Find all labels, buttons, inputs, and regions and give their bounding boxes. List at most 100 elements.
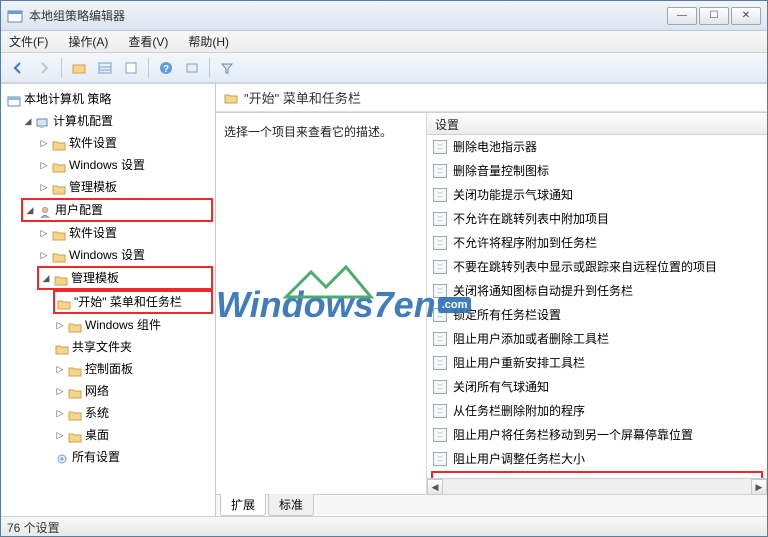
tree-item[interactable]: ▷ 网络: [53, 380, 213, 402]
expand-icon[interactable]: ▷: [39, 228, 49, 238]
tree-label: 软件设置: [69, 133, 117, 153]
tree-start-menu-taskbar[interactable]: "开始" 菜单和任务栏: [53, 290, 213, 314]
window-title: 本地组策略编辑器: [29, 7, 667, 24]
setting-label: 阻止用户调整任务栏大小: [453, 449, 585, 469]
horizontal-scrollbar[interactable]: ◀ ▶: [427, 478, 767, 494]
tree-label: 控制面板: [85, 359, 133, 379]
tree-item[interactable]: ▷系统: [53, 402, 213, 424]
setting-item[interactable]: ::锁定所有任务栏设置: [427, 303, 767, 327]
tree-root[interactable]: 本地计算机 策略: [5, 88, 213, 110]
expand-icon[interactable]: ▷: [55, 430, 65, 440]
collapse-icon[interactable]: ◢: [23, 116, 33, 126]
setting-item[interactable]: ::阻止用户将任务栏移动到另一个屏幕停靠位置: [427, 423, 767, 447]
setting-label: 关闭功能提示气球通知: [453, 185, 573, 205]
menu-file[interactable]: 文件(F): [5, 31, 52, 52]
folder-icon: [68, 407, 82, 419]
setting-item[interactable]: ::删除音量控制图标: [427, 159, 767, 183]
settings-column-header[interactable]: 设置: [427, 113, 767, 135]
folder-icon: [224, 92, 238, 104]
tree-item[interactable]: 所有设置: [53, 446, 213, 468]
minimize-button[interactable]: —: [667, 7, 697, 25]
help-button[interactable]: ?: [155, 57, 177, 79]
tree-item[interactable]: ▷ Windows 设置: [37, 244, 213, 266]
expand-icon[interactable]: ▷: [55, 408, 65, 418]
settings-list-column: 设置 ::删除电池指示器::删除音量控制图标::关闭功能提示气球通知::不允许在…: [426, 113, 767, 494]
tree-item[interactable]: ▷桌面: [53, 424, 213, 446]
filter-button[interactable]: [216, 57, 238, 79]
tree-item[interactable]: ▷ 软件设置: [37, 222, 213, 244]
tree-user-config[interactable]: ◢ 用户配置: [21, 198, 213, 222]
folder-icon: [52, 181, 66, 193]
policy-item-icon: ::: [433, 260, 447, 274]
folder-icon: [68, 385, 82, 397]
folder-icon: [52, 137, 66, 149]
tab-standard[interactable]: 标准: [268, 494, 314, 516]
policy-item-icon: ::: [433, 332, 447, 346]
policy-icon: [7, 93, 21, 105]
setting-item[interactable]: ::关闭将通知图标自动提升到任务栏: [427, 279, 767, 303]
detail-header: "开始" 菜单和任务栏: [216, 84, 767, 112]
setting-item[interactable]: ::阻止用户重新安排工具栏: [427, 351, 767, 375]
setting-label: 不要在跳转列表中显示或跟踪来自远程位置的项目: [453, 257, 717, 277]
tree-label: 网络: [85, 381, 109, 401]
tree-item[interactable]: ▷Windows 设置: [37, 154, 213, 176]
setting-item[interactable]: ::不要在跳转列表中显示或跟踪来自远程位置的项目: [427, 255, 767, 279]
close-button[interactable]: ✕: [731, 7, 761, 25]
expand-icon[interactable]: ▷: [39, 182, 49, 192]
tree-label: Windows 设置: [69, 245, 145, 265]
menu-view[interactable]: 查看(V): [124, 31, 172, 52]
detail-area: Windows7en.com 选择一个项目来查看它的描述。 设置 ::删除电池指…: [216, 112, 767, 494]
policy-tree: 本地计算机 策略 ◢ 计算机配置 ▷ 软件设置: [3, 88, 213, 468]
collapse-icon[interactable]: ◢: [25, 205, 35, 215]
menu-help[interactable]: 帮助(H): [184, 31, 233, 52]
policy-item-icon: ::: [433, 140, 447, 154]
tree-item[interactable]: ▷管理模板: [37, 176, 213, 198]
maximize-button[interactable]: ☐: [699, 7, 729, 25]
forward-button[interactable]: [33, 57, 55, 79]
tree-label: 软件设置: [69, 223, 117, 243]
expand-icon[interactable]: ▷: [39, 250, 49, 260]
policy-item-icon: ::: [433, 356, 447, 370]
folder-icon: [68, 319, 82, 331]
svg-text:?: ?: [163, 64, 169, 75]
tree-label: 用户配置: [55, 200, 103, 220]
tree-pane[interactable]: 本地计算机 策略 ◢ 计算机配置 ▷ 软件设置: [1, 84, 216, 516]
back-button[interactable]: [7, 57, 29, 79]
collapse-icon[interactable]: ◢: [41, 273, 51, 283]
toggle-button[interactable]: [181, 57, 203, 79]
tab-extended[interactable]: 扩展: [220, 494, 266, 516]
tree-label: 计算机配置: [53, 111, 113, 131]
expand-icon[interactable]: ▷: [55, 320, 65, 330]
scroll-left-arrow[interactable]: ◀: [427, 479, 443, 495]
scroll-right-arrow[interactable]: ▶: [751, 479, 767, 495]
settings-list[interactable]: ::删除电池指示器::删除音量控制图标::关闭功能提示气球通知::不允许在跳转列…: [427, 135, 767, 478]
setting-item[interactable]: ::关闭功能提示气球通知: [427, 183, 767, 207]
tree-computer-config[interactable]: ◢ 计算机配置: [21, 110, 213, 132]
expand-icon[interactable]: ▷: [39, 138, 49, 148]
setting-item[interactable]: ::从任务栏删除附加的程序: [427, 399, 767, 423]
setting-item[interactable]: ::阻止用户添加或者删除工具栏: [427, 327, 767, 351]
statusbar: 76 个设置: [1, 516, 767, 536]
tree-item[interactable]: ▷ 控制面板: [53, 358, 213, 380]
expand-icon[interactable]: ▷: [55, 386, 65, 396]
setting-item[interactable]: ::不允许将程序附加到任务栏: [427, 231, 767, 255]
expand-icon[interactable]: ▷: [55, 364, 65, 374]
tree-admin-templates[interactable]: ◢ 管理模板: [37, 266, 213, 290]
list-button[interactable]: [94, 57, 116, 79]
menu-action[interactable]: 操作(A): [64, 31, 112, 52]
setting-label: 关闭所有气球通知: [453, 377, 549, 397]
properties-button[interactable]: [120, 57, 142, 79]
setting-item[interactable]: ::关闭所有气球通知: [427, 375, 767, 399]
tree-item[interactable]: ▷ Windows 组件: [53, 314, 213, 336]
setting-item[interactable]: ::不允许在跳转列表中附加项目: [427, 207, 767, 231]
tree-label: 共享文件夹: [72, 337, 132, 357]
folder-button[interactable]: [68, 57, 90, 79]
tree-item[interactable]: ▷ 软件设置: [37, 132, 213, 154]
tree-item[interactable]: 共享文件夹: [53, 336, 213, 358]
setting-item[interactable]: ::关闭任务栏缩略图: [431, 471, 763, 478]
expand-icon[interactable]: ▷: [39, 160, 49, 170]
folder-icon: [54, 272, 68, 284]
setting-item[interactable]: ::删除电池指示器: [427, 135, 767, 159]
setting-item[interactable]: ::阻止用户调整任务栏大小: [427, 447, 767, 471]
tree-label: Windows 组件: [85, 315, 161, 335]
